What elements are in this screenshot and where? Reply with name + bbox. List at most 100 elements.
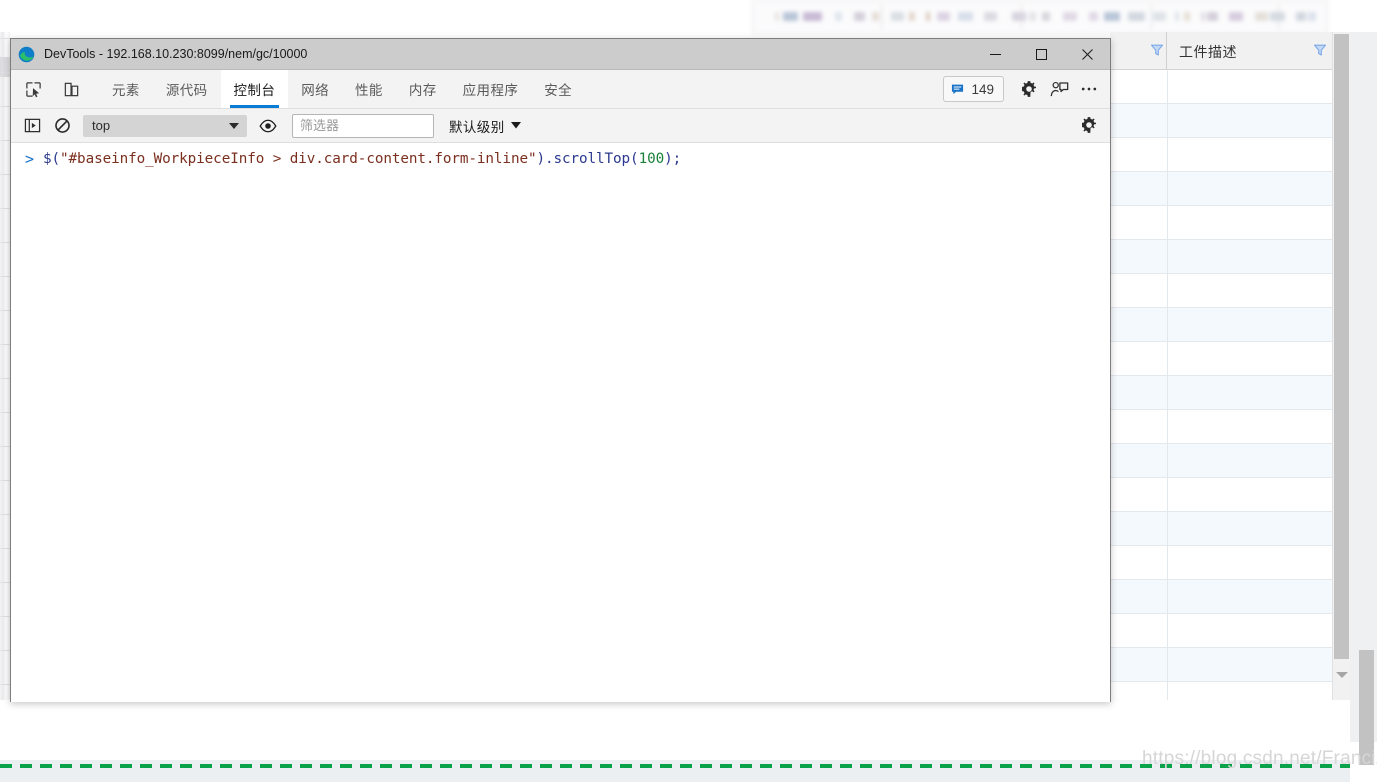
background-top-strip	[0, 0, 752, 32]
filter-funnel-icon[interactable]	[1313, 43, 1327, 57]
console-settings-gear-icon[interactable]	[1076, 113, 1102, 137]
table-row[interactable]	[1110, 206, 1332, 240]
table-row[interactable]	[1110, 580, 1332, 614]
sliver-row-line	[0, 174, 10, 175]
tab-label: 应用程序	[463, 79, 519, 99]
console-command-text[interactable]: $("#baseinfo_WorkpieceInfo > div.card-co…	[43, 149, 681, 169]
sliver-row-line	[0, 140, 10, 141]
tab-1[interactable]: 源代码	[153, 70, 221, 108]
scroll-down-arrow-icon[interactable]	[1336, 672, 1348, 678]
page-left-sliver	[0, 32, 10, 742]
page-scrollbar-track[interactable]	[1350, 32, 1377, 742]
tabstrip-right-actions: 149	[943, 70, 1104, 108]
table-row[interactable]	[1110, 104, 1332, 138]
devtools-tabs: 元素 源代码 控制台 网络性能内存 应用程序 安全	[99, 70, 585, 108]
tab-2[interactable]: 控制台	[221, 70, 289, 108]
row-column-divider	[1167, 342, 1168, 376]
row-column-divider	[1167, 580, 1168, 614]
tab-3[interactable]: 网络	[288, 70, 342, 108]
devtools-titlebar[interactable]: DevTools - 192.168.10.230:8099/nem/gc/10…	[11, 39, 1110, 70]
screen-root: 工件描述 https://blog.csdn.net/Franciz777	[0, 0, 1377, 782]
console-sidebar-icon[interactable]	[19, 114, 45, 138]
table-row[interactable]	[1110, 172, 1332, 206]
console-output-area[interactable]: > $("#baseinfo_WorkpieceInfo > div.card-…	[11, 143, 1110, 702]
table-row[interactable]	[1110, 274, 1332, 308]
grid-column-header-1[interactable]	[1110, 32, 1167, 69]
row-column-divider	[1167, 376, 1168, 410]
tab-label: 网络	[301, 79, 329, 99]
table-row[interactable]	[1110, 376, 1332, 410]
table-row[interactable]	[1110, 308, 1332, 342]
sliver-row-line	[0, 514, 10, 515]
tab-5[interactable]: 内存	[396, 70, 450, 108]
inspect-element-icon[interactable]	[17, 74, 49, 104]
execution-context-value: top	[92, 118, 110, 133]
table-row[interactable]	[1110, 70, 1332, 104]
row-column-divider	[1167, 206, 1168, 240]
row-column-divider	[1167, 512, 1168, 546]
table-row[interactable]	[1110, 648, 1332, 682]
minimize-button[interactable]	[972, 39, 1018, 69]
page-left-sliver-highlight	[0, 57, 10, 77]
table-row[interactable]	[1110, 138, 1332, 172]
command-part-5: );	[664, 151, 681, 167]
message-info-icon	[951, 83, 964, 96]
grid-scrollbar-thumb[interactable]	[1334, 34, 1349, 659]
clear-console-icon[interactable]	[49, 114, 75, 138]
device-toolbar-icon[interactable]	[55, 74, 87, 104]
table-row[interactable]	[1110, 410, 1332, 444]
row-column-divider	[1167, 138, 1168, 172]
row-column-divider	[1167, 308, 1168, 342]
table-row[interactable]	[1110, 240, 1332, 274]
tab-0[interactable]: 元素	[99, 70, 153, 108]
message-count-badge[interactable]: 149	[943, 76, 1004, 102]
filter-funnel-icon[interactable]	[1150, 43, 1164, 57]
row-column-divider	[1167, 444, 1168, 478]
table-row[interactable]	[1110, 682, 1332, 700]
row-column-divider	[1167, 70, 1168, 104]
console-level-select[interactable]: 默认级别	[444, 113, 526, 139]
live-expression-eye-icon[interactable]	[255, 114, 281, 138]
table-row[interactable]	[1110, 512, 1332, 546]
execution-context-select[interactable]: top	[83, 115, 247, 137]
tab-label: 内存	[409, 79, 437, 99]
command-part-1: $(	[43, 151, 60, 167]
row-column-divider	[1167, 648, 1168, 682]
table-row[interactable]	[1110, 342, 1332, 376]
console-filter-input[interactable]	[292, 114, 434, 138]
feedback-person-icon[interactable]	[1044, 74, 1074, 104]
maximize-button[interactable]	[1018, 39, 1064, 69]
sliver-row-line	[0, 344, 10, 345]
sliver-row-line	[0, 208, 10, 209]
row-column-divider	[1167, 546, 1168, 580]
tab-7[interactable]: 安全	[531, 70, 585, 108]
chevron-down-icon	[511, 122, 521, 129]
sliver-row-line	[0, 548, 10, 549]
devtools-tabstrip: 元素 源代码 控制台 网络性能内存 应用程序 安全 149	[11, 70, 1110, 109]
tab-label: 安全	[544, 79, 572, 99]
gear-icon[interactable]	[1014, 74, 1044, 104]
sliver-row-line	[0, 310, 10, 311]
table-row[interactable]	[1110, 444, 1332, 478]
grid-column-header-2[interactable]: 工件描述	[1167, 32, 1332, 69]
row-column-divider	[1167, 274, 1168, 308]
sliver-row-line	[0, 582, 10, 583]
tab-6[interactable]: 应用程序	[450, 70, 532, 108]
console-prompt-line[interactable]: > $("#baseinfo_WorkpieceInfo > div.card-…	[11, 143, 1110, 173]
tab-label: 控制台	[234, 79, 276, 99]
watermark-text: https://blog.csdn.net/Franciz777	[1142, 748, 1377, 770]
sliver-row-line	[0, 276, 10, 277]
data-grid-header: 工件描述	[1110, 32, 1332, 70]
more-options-icon[interactable]	[1074, 74, 1104, 104]
table-row[interactable]	[1110, 614, 1332, 648]
row-column-divider	[1167, 682, 1168, 700]
tab-label: 源代码	[166, 79, 208, 99]
sliver-row-line	[0, 378, 10, 379]
close-button[interactable]	[1064, 39, 1110, 69]
tab-4[interactable]: 性能	[342, 70, 396, 108]
tab-label: 元素	[112, 79, 140, 99]
row-column-divider	[1167, 104, 1168, 138]
table-row[interactable]	[1110, 546, 1332, 580]
table-row[interactable]	[1110, 478, 1332, 512]
command-part-number: 100	[639, 151, 665, 167]
